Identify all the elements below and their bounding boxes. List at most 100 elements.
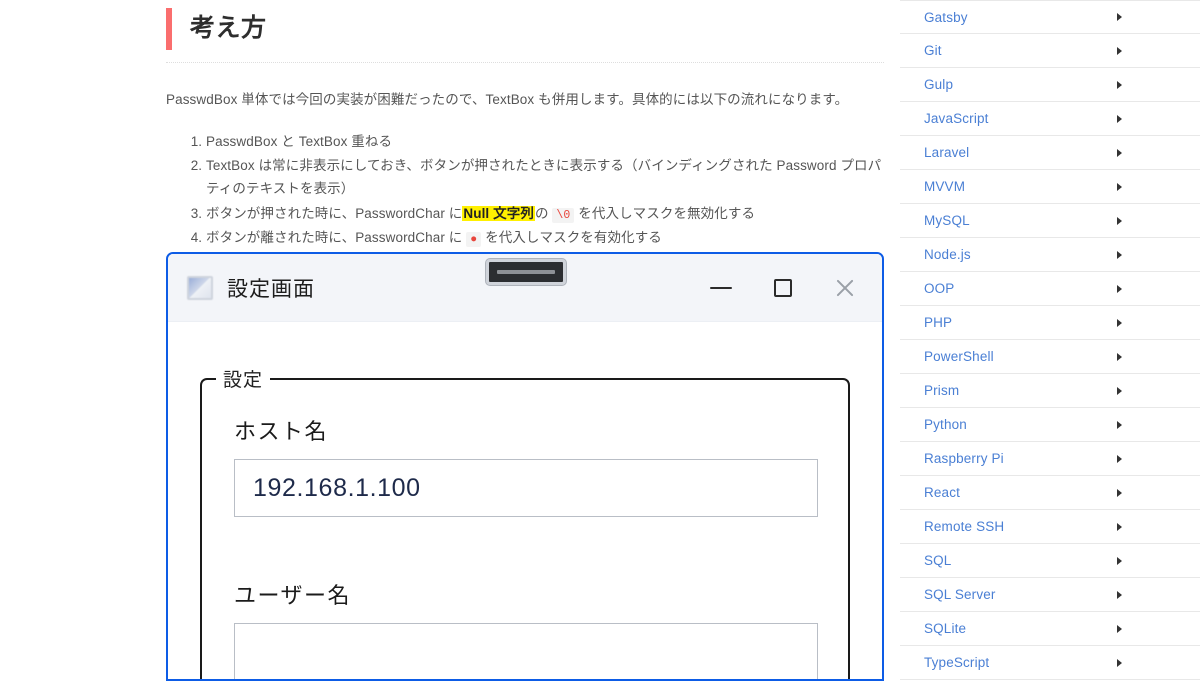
minimize-icon bbox=[710, 287, 732, 289]
chevron-right-icon bbox=[1117, 488, 1122, 497]
hostname-input[interactable]: 192.168.1.100 bbox=[234, 459, 818, 517]
chevron-right-icon bbox=[1117, 148, 1122, 157]
chevron-right-icon bbox=[1117, 556, 1122, 565]
app-icon bbox=[187, 275, 213, 300]
capture-badge-icon bbox=[486, 259, 566, 285]
sidebar-item-mysql[interactable]: MySQL bbox=[900, 204, 1200, 238]
sidebar-item-react[interactable]: React bbox=[900, 476, 1200, 510]
step-text: を代入しマスクを無効化する bbox=[574, 205, 756, 221]
hostname-field-group: ホスト名 192.168.1.100 bbox=[234, 414, 818, 517]
intro-paragraph: PasswdBox 単体では今回の実装が困難だったので、TextBox も併用し… bbox=[166, 92, 849, 107]
page-root: 考え方 PasswdBox 単体では今回の実装が困難だったので、TextBox … bbox=[0, 0, 1200, 681]
maximize-icon bbox=[774, 279, 792, 297]
window-controls bbox=[690, 254, 876, 322]
article-column: 考え方 PasswdBox 単体では今回の実装が困難だったので、TextBox … bbox=[166, 0, 884, 681]
settings-groupbox: 設定 ホスト名 192.168.1.100 ユーザー名 bbox=[200, 365, 850, 679]
chevron-right-icon bbox=[1117, 454, 1122, 463]
sidebar-item-gatsby[interactable]: Gatsby bbox=[900, 0, 1200, 34]
sidebar-item-typescript[interactable]: TypeScript bbox=[900, 646, 1200, 680]
chevron-right-icon bbox=[1117, 522, 1122, 531]
app-window-screenshot: 設定画面 設定 ホスト名 192.168.1.100 ユーザー名 bbox=[166, 252, 884, 681]
chevron-right-icon bbox=[1117, 13, 1122, 21]
category-sidebar: Gatsby Git Gulp JavaScript Laravel MVVM MySQL N… bbox=[900, 0, 1200, 681]
sidebar-item-prism[interactable]: Prism bbox=[900, 374, 1200, 408]
sidebar-item-php[interactable]: PHP bbox=[900, 306, 1200, 340]
minimize-button[interactable] bbox=[690, 264, 752, 312]
sidebar-item-label: PowerShell bbox=[924, 349, 994, 364]
sidebar-item-label: OOP bbox=[924, 281, 955, 296]
sidebar-item-oop[interactable]: OOP bbox=[900, 272, 1200, 306]
chevron-right-icon bbox=[1117, 352, 1122, 361]
sidebar-item-label: Gulp bbox=[924, 77, 954, 92]
step-text: を代入しマスクを有効化する bbox=[481, 230, 662, 246]
highlighted-text: Null 文字列 bbox=[462, 205, 535, 221]
sidebar-item-raspberry-pi[interactable]: Raspberry Pi bbox=[900, 442, 1200, 476]
chevron-right-icon bbox=[1117, 318, 1122, 327]
chevron-right-icon bbox=[1117, 420, 1122, 429]
sidebar-item-label: TypeScript bbox=[924, 655, 990, 670]
inline-code: \0 bbox=[552, 207, 575, 223]
groupbox-legend: 設定 bbox=[216, 365, 271, 392]
step-item: ボタンが離された時に、PasswordChar に ● を代入しマスクを有効化す… bbox=[206, 226, 884, 250]
maximize-button[interactable] bbox=[752, 264, 814, 312]
chevron-right-icon bbox=[1117, 80, 1122, 89]
username-input[interactable] bbox=[234, 623, 818, 679]
window-title: 設定画面 bbox=[227, 277, 315, 301]
inline-code: ● bbox=[466, 232, 482, 248]
sidebar-item-remote-ssh[interactable]: Remote SSH bbox=[900, 510, 1200, 544]
chevron-right-icon bbox=[1117, 250, 1122, 259]
steps-list: PasswdBox と TextBox 重ねる TextBox は常に非表示にして… bbox=[166, 130, 884, 250]
sidebar-item-label: JavaScript bbox=[924, 111, 989, 126]
sidebar-item-label: Remote SSH bbox=[924, 519, 1005, 534]
heading-text: 考え方 bbox=[190, 14, 267, 43]
step-text: ボタンが押された時に、PasswordChar に bbox=[206, 205, 463, 221]
sidebar-item-gulp[interactable]: Gulp bbox=[900, 68, 1200, 102]
close-button[interactable] bbox=[814, 264, 876, 312]
sidebar-item-python[interactable]: Python bbox=[900, 408, 1200, 442]
sidebar-item-label: MVVM bbox=[924, 179, 966, 194]
sidebar-item-label: Git bbox=[924, 43, 942, 58]
sidebar-item-powershell[interactable]: PowerShell bbox=[900, 340, 1200, 374]
sidebar-item-label: SQLite bbox=[924, 621, 967, 636]
step-text: TextBox は常に非表示にしておき、ボタンが押されたときに表示する（バインデ… bbox=[206, 158, 882, 197]
sidebar-item-label: Node.js bbox=[924, 247, 971, 262]
page-title: 考え方 bbox=[166, 8, 884, 63]
chevron-right-icon bbox=[1117, 114, 1122, 123]
chevron-right-icon bbox=[1117, 590, 1122, 599]
sidebar-item-mvvm[interactable]: MVVM bbox=[900, 170, 1200, 204]
sidebar-item-label: React bbox=[924, 485, 961, 500]
sidebar-item-label: Python bbox=[924, 417, 967, 432]
step-text: の bbox=[534, 205, 553, 221]
chevron-right-icon bbox=[1117, 386, 1122, 395]
sidebar-item-label: PHP bbox=[924, 315, 953, 330]
hostname-label: ホスト名 bbox=[234, 419, 329, 444]
step-item: PasswdBox と TextBox 重ねる bbox=[206, 130, 884, 153]
sidebar-item-label: Laravel bbox=[924, 145, 970, 160]
step-item: ボタンが押された時に、PasswordChar にNull 文字列の \0 を代… bbox=[206, 202, 884, 226]
sidebar-item-label: Prism bbox=[924, 383, 960, 398]
heading-accent-bar bbox=[166, 8, 172, 50]
sidebar-item-label: Gatsby bbox=[924, 9, 968, 25]
sidebar-item-label: MySQL bbox=[924, 213, 970, 228]
chevron-right-icon bbox=[1117, 46, 1122, 55]
sidebar-item-label: SQL bbox=[924, 553, 952, 568]
chevron-right-icon bbox=[1117, 182, 1122, 191]
sidebar-item-node-js[interactable]: Node.js bbox=[900, 238, 1200, 272]
sidebar-item-sqlite[interactable]: SQLite bbox=[900, 612, 1200, 646]
step-text: ボタンが離された時に、PasswordChar に bbox=[206, 230, 467, 246]
chevron-right-icon bbox=[1117, 658, 1122, 667]
chevron-right-icon bbox=[1117, 284, 1122, 293]
close-icon bbox=[834, 277, 856, 299]
sidebar-item-sql[interactable]: SQL bbox=[900, 544, 1200, 578]
sidebar-item-sql-server[interactable]: SQL Server bbox=[900, 578, 1200, 612]
step-text: PasswdBox と TextBox 重ねる bbox=[206, 133, 393, 149]
sidebar-item-git[interactable]: Git bbox=[900, 34, 1200, 68]
capture-badge-slot bbox=[497, 270, 555, 274]
sidebar-item-javascript[interactable]: JavaScript bbox=[900, 102, 1200, 136]
username-field-group: ユーザー名 bbox=[234, 578, 818, 679]
sidebar-item-laravel[interactable]: Laravel bbox=[900, 136, 1200, 170]
window-titlebar: 設定画面 bbox=[168, 254, 882, 322]
step-item: TextBox は常に非表示にしておき、ボタンが押されたときに表示する（バインデ… bbox=[206, 154, 884, 200]
chevron-right-icon bbox=[1117, 624, 1122, 633]
chevron-right-icon bbox=[1117, 216, 1122, 225]
